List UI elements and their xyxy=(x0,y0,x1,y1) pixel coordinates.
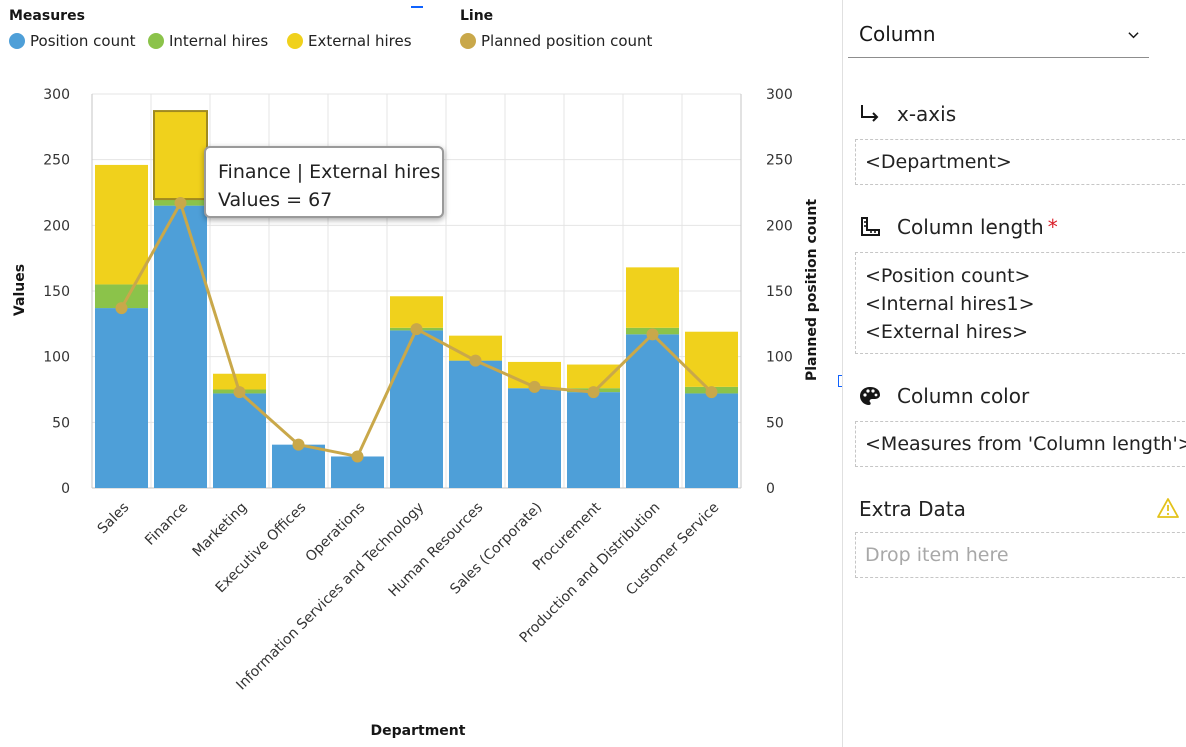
y-tick-label: 0 xyxy=(61,481,70,497)
y2-tick-label: 0 xyxy=(766,481,775,497)
xaxis-label: x-axis xyxy=(897,102,957,126)
column-length-item[interactable]: <External hires> xyxy=(865,318,1186,346)
extra-data-slot-label: Extra Data xyxy=(859,497,966,521)
column-color-value[interactable]: <Measures from 'Column length'> xyxy=(865,430,1186,458)
bar-segment xyxy=(449,360,502,488)
properties-panel: Column x-axis <Department> Column length xyxy=(843,0,1186,747)
line-series-point xyxy=(705,386,718,399)
xaxis-drop-slot[interactable]: <Department> xyxy=(855,139,1186,185)
y2-tick-label: 200 xyxy=(766,218,793,234)
bar-segment xyxy=(95,308,148,488)
y-tick-label: 300 xyxy=(43,87,70,103)
bar-segment xyxy=(153,110,208,201)
y-axis-title: Values xyxy=(12,263,28,317)
y2-tick-label: 100 xyxy=(766,350,793,366)
column-color-slot-label: Column color xyxy=(859,384,1029,408)
column-length-slot-label: Column length * xyxy=(859,215,1058,239)
line-series-point xyxy=(587,386,600,399)
y2-axis-title: Planned position count xyxy=(804,198,820,382)
line-series-point xyxy=(469,354,482,367)
column-length-drop-slot[interactable]: <Position count> <Internal hires1> <Exte… xyxy=(855,252,1186,354)
line-series-point xyxy=(292,438,305,451)
bar-segment xyxy=(390,330,443,488)
bar-segment xyxy=(508,388,561,488)
bar-segment xyxy=(390,296,443,328)
y2-tick-label: 300 xyxy=(766,87,793,103)
chart-tooltip: Finance | External hires Values = 67 xyxy=(204,146,444,218)
xaxis-slot-value[interactable]: <Department> xyxy=(865,148,1186,176)
axis-arrow-icon xyxy=(859,103,881,125)
extra-data-label: Extra Data xyxy=(859,497,966,521)
column-color-label: Column color xyxy=(897,384,1030,408)
chart-type-value: Column xyxy=(859,22,936,46)
y2-tick-label: 150 xyxy=(766,284,793,300)
tooltip-title: Finance | External hires xyxy=(218,161,441,183)
bar-segment xyxy=(95,164,148,285)
chart-type-dropdown[interactable]: Column xyxy=(848,8,1149,58)
y-tick-label: 100 xyxy=(43,350,70,366)
bar-segment xyxy=(567,392,620,488)
x-tick-label: Marketing xyxy=(190,500,251,561)
chart-area: Measures Line Position count Internal hi… xyxy=(0,0,843,747)
xaxis-slot-label: x-axis xyxy=(859,102,956,126)
bar-segment xyxy=(685,393,738,488)
bar-segment xyxy=(154,205,207,488)
x-tick-label: Operations xyxy=(303,500,369,566)
column-length-item[interactable]: <Position count> xyxy=(865,262,1186,290)
y2-tick-label: 50 xyxy=(766,415,784,431)
ruler-icon xyxy=(859,216,881,238)
extra-data-placeholder: Drop item here xyxy=(865,544,1009,566)
warning-icon[interactable] xyxy=(1157,498,1179,518)
y2-tick-label: 250 xyxy=(766,153,793,169)
x-tick-label: Sales xyxy=(95,500,133,538)
line-series-point xyxy=(233,386,246,399)
bar-segment xyxy=(626,334,679,488)
bar-segment xyxy=(567,364,620,389)
bar-segment xyxy=(626,267,679,328)
x-tick-label: Finance xyxy=(142,500,191,549)
y-tick-label: 150 xyxy=(43,284,70,300)
extra-data-drop-slot[interactable]: Drop item here xyxy=(855,532,1186,578)
line-series-point xyxy=(351,450,364,463)
column-length-label: Column length xyxy=(897,215,1044,239)
palette-icon xyxy=(859,385,881,407)
chevron-down-icon xyxy=(1128,32,1139,39)
y-tick-label: 50 xyxy=(52,415,70,431)
line-series-point xyxy=(115,302,128,315)
x-axis-title: Department xyxy=(370,723,466,739)
line-series-point xyxy=(528,380,541,393)
column-color-drop-slot[interactable]: <Measures from 'Column length'> xyxy=(855,421,1186,467)
required-asterisk: * xyxy=(1047,215,1058,239)
line-series-point xyxy=(174,197,187,210)
chart-plot: 0 0 50 50 100 100 150 150 200 200 250 250 300 300 Sale… xyxy=(43,87,793,693)
bar-segment xyxy=(272,444,325,488)
line-series-point xyxy=(646,328,659,341)
bar-segment xyxy=(685,331,738,387)
y-tick-label: 250 xyxy=(43,153,70,169)
column-length-item[interactable]: <Internal hires1> xyxy=(865,290,1186,318)
y-tick-label: 200 xyxy=(43,218,70,234)
line-series-point xyxy=(410,323,423,336)
tooltip-value: Values = 67 xyxy=(218,189,333,211)
